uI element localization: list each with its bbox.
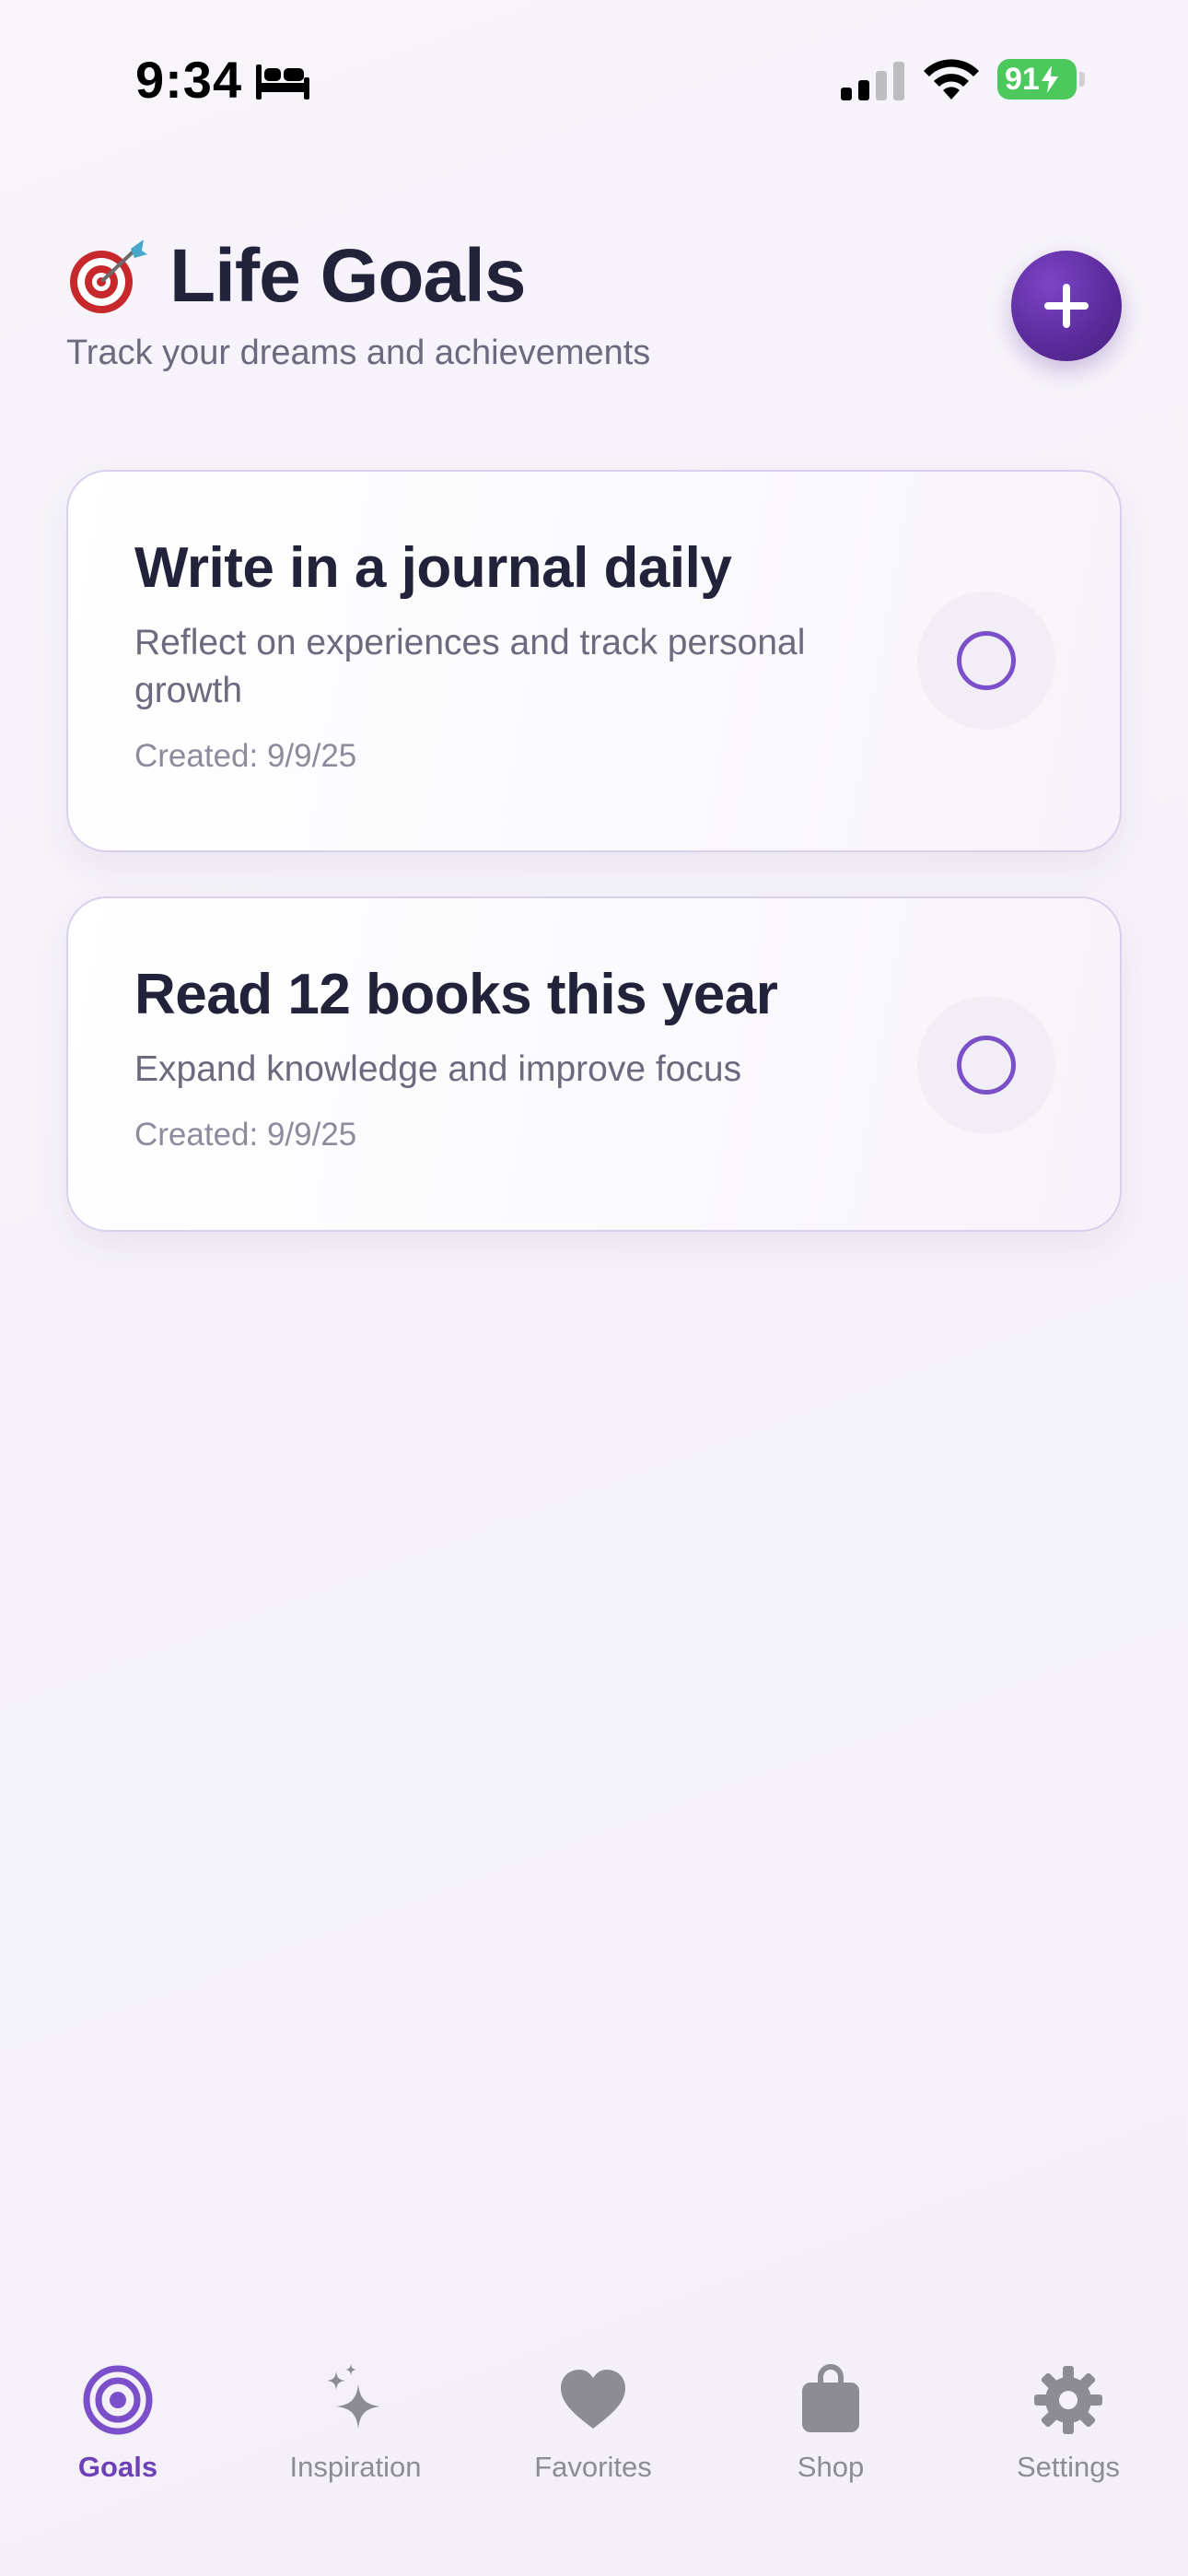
complete-goal-toggle[interactable] [917, 591, 1055, 730]
complete-goal-toggle[interactable] [917, 996, 1055, 1134]
wifi-icon [924, 59, 979, 100]
target-dart-icon [70, 240, 147, 313]
page-title: Life Goals [169, 234, 526, 318]
add-goal-button[interactable] [1011, 251, 1122, 361]
status-bar: 9:34 91 [0, 0, 1188, 157]
gear-icon [1034, 2366, 1102, 2434]
empty-circle-icon [957, 631, 1016, 690]
plus-icon [1044, 284, 1089, 328]
status-time: 9:34 [135, 51, 243, 109]
heart-icon [561, 2370, 625, 2429]
goal-title: Write in a journal daily [134, 536, 732, 600]
shopping-bag-icon [802, 2364, 859, 2432]
title-row: Life Goals [66, 230, 1122, 322]
tab-bar: Goals Inspiration Favorites Shop Setting… [0, 2340, 1188, 2506]
tab-label: Shop [797, 2451, 865, 2483]
empty-circle-icon [957, 1036, 1016, 1095]
goal-description: Expand knowledge and improve focus [134, 1049, 742, 1089]
tab-label: Inspiration [289, 2451, 422, 2483]
goal-created-date: Created: 9/9/25 [134, 1117, 357, 1153]
target-icon [83, 2365, 153, 2435]
page-subtitle: Track your dreams and achievements [66, 334, 651, 372]
goal-title: Read 12 books this year [134, 963, 778, 1026]
tab-label: Settings [1016, 2451, 1120, 2483]
tab-inspiration[interactable]: Inspiration [254, 2340, 457, 2488]
battery-charging-icon [1041, 65, 1058, 93]
goal-card[interactable]: Read 12 books this year Expand knowledge… [66, 896, 1122, 1232]
bed-icon [256, 64, 309, 100]
goal-description: Reflect on experiences and track persona… [134, 623, 806, 710]
signal-icon [841, 62, 904, 100]
battery-indicator: 91 [997, 59, 1077, 100]
page-header: Life Goals Track your dreams and achieve… [66, 230, 1122, 387]
sparkles-icon [327, 2364, 380, 2429]
tab-label: Goals [77, 2451, 158, 2483]
goal-text: Read 12 books this year Expand knowledge… [134, 959, 853, 1156]
goal-text: Write in a journal daily Reflect on expe… [134, 533, 853, 778]
tab-label: Favorites [534, 2451, 652, 2483]
tab-favorites[interactable]: Favorites [492, 2340, 694, 2488]
battery-level: 91 [1005, 62, 1040, 97]
goal-created-date: Created: 9/9/25 [134, 738, 357, 774]
tab-shop[interactable]: Shop [729, 2340, 932, 2488]
tab-settings[interactable]: Settings [967, 2340, 1170, 2488]
battery-nub [1079, 72, 1085, 87]
tab-goals[interactable]: Goals [17, 2340, 219, 2488]
goal-card[interactable]: Write in a journal daily Reflect on expe… [66, 470, 1122, 852]
